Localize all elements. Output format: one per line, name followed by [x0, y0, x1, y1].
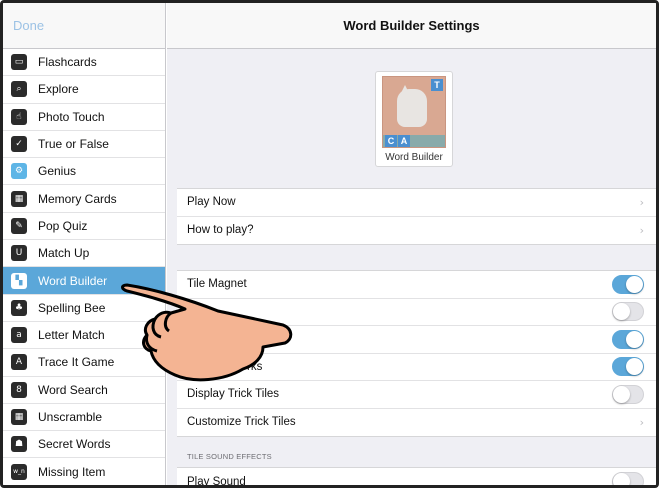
sidebar-item-label: Missing Item	[38, 464, 106, 479]
sidebar-item-label: True or False	[38, 137, 109, 152]
sidebar-item-explore[interactable]: ⌕ Explore	[3, 76, 165, 104]
preview-caption: Word Builder	[385, 152, 443, 163]
setting-label: Play Sound	[187, 475, 246, 488]
genius-icon: ⚙	[11, 163, 27, 180]
sidebar-item-missing-item[interactable]: w_n Missing Item	[3, 458, 165, 485]
sidebar-item-label: Trace It Game	[38, 355, 115, 370]
setting-row[interactable]: Play Now ›	[177, 189, 656, 217]
sound-group: Play Sound	[177, 467, 656, 488]
tile-c: C	[385, 135, 397, 147]
done-button[interactable]: Done	[13, 18, 44, 33]
sidebar-item-label: Letter Match	[38, 328, 105, 343]
memory-cards-icon: ▦	[11, 190, 27, 207]
toggle-switch[interactable]	[612, 329, 644, 349]
trace-it-icon: A	[11, 354, 27, 371]
toggle-switch[interactable]	[612, 357, 644, 377]
setting-label: Play Now	[187, 196, 236, 209]
sidebar-list: ▭ Flashcards ⌕ Explore ☝ Photo Touch ✓ True or …	[3, 49, 165, 485]
section-label-tile-sound: TILE SOUND EFFECTS	[187, 452, 272, 461]
sidebar-item-photo-touch[interactable]: ☝ Photo Touch	[3, 103, 165, 131]
game-preview-card: T C A Word Builder	[375, 71, 453, 167]
sidebar-item-label: Spelling Bee	[38, 300, 106, 315]
actions-group: Play Now › How to play? ›	[177, 188, 656, 245]
word-builder-icon: ▚	[11, 272, 27, 289]
unscramble-icon: ▦	[11, 409, 27, 425]
page-title: Word Builder Settings	[167, 3, 656, 49]
sidebar-item-label: Photo Touch	[38, 109, 105, 124]
setting-row: Play Sound	[177, 468, 656, 488]
main-panel: Word Builder Settings T C A Word Builder…	[167, 3, 656, 485]
tile-tray: C A	[383, 135, 445, 147]
tile-t: T	[431, 79, 443, 91]
true-false-icon: ✓	[11, 136, 27, 153]
toggle-switch[interactable]	[612, 384, 644, 404]
setting-label: Display Trick Tiles	[187, 388, 280, 401]
sidebar-item-secret-words[interactable]: ☗ Secret Words	[3, 431, 165, 459]
chevron-right-icon: ›	[639, 223, 644, 237]
toggle-knob	[626, 358, 643, 376]
sidebar-item-true-or-false[interactable]: ✓ True or False	[3, 130, 165, 159]
sidebar-item-label: Genius	[38, 164, 77, 179]
sidebar-item-label: Flashcards	[38, 55, 97, 70]
photo-touch-icon: ☝	[11, 108, 27, 125]
chevron-right-icon: ›	[639, 415, 644, 429]
sidebar-item-unscramble[interactable]: ▦ Unscramble	[3, 403, 165, 432]
toggle-switch[interactable]	[612, 274, 644, 294]
toggle-switch[interactable]	[612, 302, 644, 322]
flashcards-icon: ▭	[11, 54, 27, 71]
pointing-hand-icon	[121, 283, 293, 382]
tile-a: A	[398, 135, 410, 147]
setting-label: How to play?	[187, 224, 254, 237]
pop-quiz-icon: ✎	[11, 217, 27, 234]
setting-label: Customize Trick Tiles	[187, 416, 296, 429]
toggle-knob	[613, 385, 630, 403]
letter-match-icon: a	[11, 327, 27, 344]
sidebar-item-label: Explore	[38, 82, 79, 97]
sidebar-item-match-up[interactable]: U Match Up	[3, 240, 165, 268]
chevron-right-icon: ›	[639, 195, 644, 209]
sidebar-item-pop-quiz[interactable]: ✎ Pop Quiz	[3, 212, 165, 241]
toggle-knob	[626, 275, 643, 293]
sidebar-item-flashcards[interactable]: ▭ Flashcards	[3, 49, 165, 77]
sidebar-item-label: Word Builder	[38, 273, 108, 288]
match-up-icon: U	[11, 245, 27, 262]
sidebar: Done ▭ Flashcards ⌕ Explore ☝ Photo Touch ✓ Tru…	[3, 3, 166, 485]
sidebar-item-label: Word Search	[38, 382, 108, 397]
toggle-knob	[626, 330, 643, 348]
sidebar-item-label: Memory Cards	[38, 191, 117, 206]
word-search-icon: 8	[11, 381, 27, 398]
toggle-knob	[613, 473, 630, 485]
explore-icon: ⌕	[11, 81, 27, 98]
sidebar-item-label: Unscramble	[38, 410, 103, 424]
sidebar-item-label: Secret Words	[38, 437, 111, 452]
preview-image: T C A	[382, 76, 446, 148]
toggle-switch[interactable]	[612, 472, 644, 485]
sidebar-item-label: Match Up	[38, 246, 90, 261]
missing-item-icon: w_n	[11, 463, 27, 480]
sidebar-item-memory-cards[interactable]: ▦ Memory Cards	[3, 185, 165, 213]
secret-words-icon: ☗	[11, 436, 27, 453]
sidebar-item-label: Pop Quiz	[38, 218, 88, 233]
sidebar-header: Done	[3, 3, 165, 49]
sidebar-item-genius[interactable]: ⚙ Genius	[3, 158, 165, 186]
setting-row[interactable]: Customize Trick Tiles ›	[177, 409, 656, 437]
app-window: Done ▭ Flashcards ⌕ Explore ☝ Photo Touch ✓ Tru…	[0, 0, 659, 488]
spelling-bee-icon: ♣	[11, 299, 27, 316]
cat-image	[397, 85, 427, 127]
setting-row[interactable]: How to play? ›	[177, 217, 656, 245]
toggle-knob	[613, 303, 630, 321]
